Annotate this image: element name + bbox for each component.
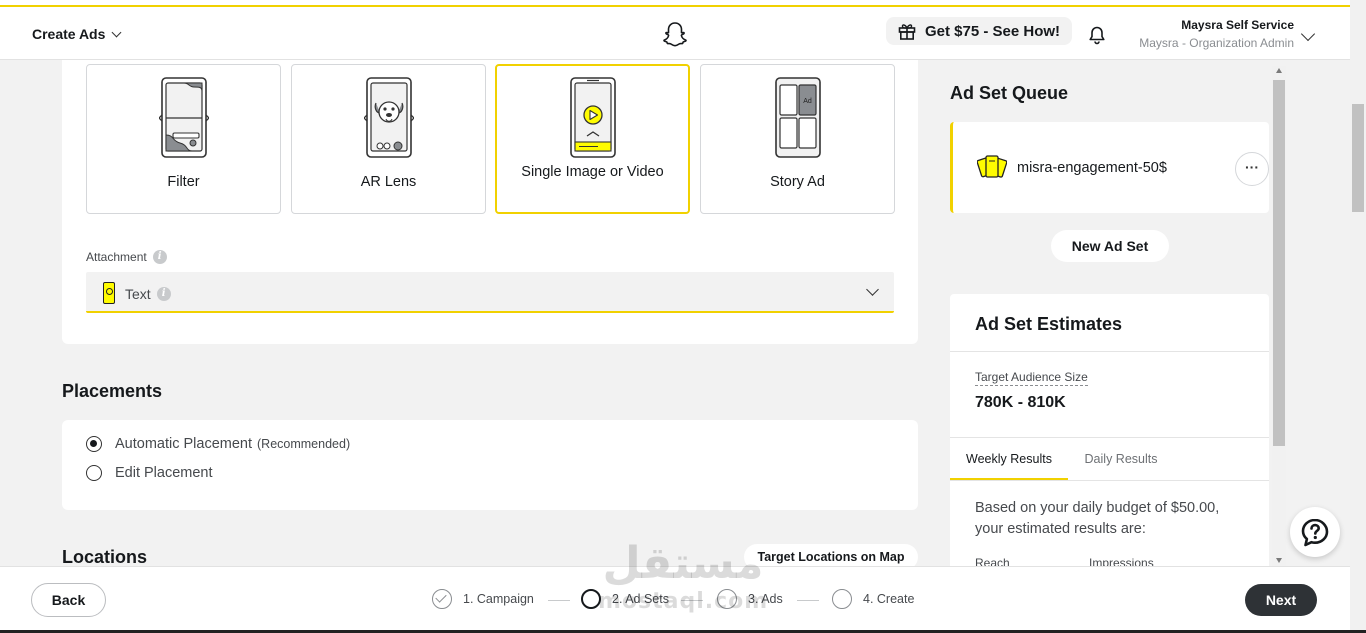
promo-button[interactable]: Get $75 - See How! bbox=[886, 17, 1073, 45]
audience-size-label[interactable]: Target Audience Size bbox=[975, 370, 1088, 386]
attachment-value-text: Text bbox=[125, 286, 151, 302]
step-label: 1. Campaign bbox=[463, 592, 534, 606]
info-icon[interactable]: i bbox=[152, 250, 167, 264]
step-connector bbox=[797, 600, 819, 601]
ad-type-ar-lens[interactable]: AR Lens bbox=[291, 64, 486, 214]
tab-daily-results[interactable]: Daily Results bbox=[1068, 438, 1174, 480]
create-ads-label: Create Ads bbox=[32, 26, 106, 42]
step-ad-sets[interactable]: 2. Ad Sets bbox=[581, 589, 669, 609]
ad-type-label: AR Lens bbox=[360, 174, 417, 190]
story-ad-badge: Ad bbox=[803, 98, 812, 105]
attachment-label: Attachment i bbox=[86, 250, 167, 264]
audience-size-value: 780K - 810K bbox=[975, 394, 1066, 411]
text-attachment-icon bbox=[103, 282, 115, 304]
recommended-note: (Recommended) bbox=[257, 437, 351, 451]
account-menu[interactable]: Maysra Self Service Maysra - Organizatio… bbox=[1128, 18, 1294, 50]
new-ad-set-button[interactable]: New Ad Set bbox=[1051, 230, 1169, 262]
step-connector bbox=[681, 600, 703, 601]
placements-title: Placements bbox=[62, 381, 163, 401]
ad-set-name: misra-engagement-50$ bbox=[1017, 160, 1167, 176]
step-campaign[interactable]: 1. Campaign bbox=[432, 589, 534, 609]
step-pending-icon bbox=[832, 589, 852, 609]
help-button[interactable] bbox=[1290, 507, 1340, 557]
info-icon[interactable]: i bbox=[156, 287, 171, 301]
ad-type-filter[interactable]: Filter bbox=[86, 64, 281, 214]
ad-set-queue-title: Ad Set Queue bbox=[950, 83, 1069, 103]
scroll-down-arrow-icon[interactable] bbox=[1276, 558, 1282, 563]
step-create[interactable]: 4. Create bbox=[832, 589, 914, 609]
next-button[interactable]: Next bbox=[1245, 584, 1317, 616]
story-ad-icon: Ad bbox=[773, 77, 823, 164]
placement-option-edit[interactable]: Edit Placement bbox=[86, 465, 213, 481]
chevron-down-icon bbox=[111, 27, 122, 37]
placement-option-label: Automatic Placement bbox=[115, 436, 253, 452]
bell-icon[interactable] bbox=[1088, 25, 1106, 50]
account-role: Maysra - Organization Admin bbox=[1139, 36, 1294, 50]
estimates-title: Ad Set Estimates bbox=[975, 314, 1123, 334]
ad-type-label: Single Image or Video bbox=[521, 164, 664, 180]
gift-icon bbox=[898, 23, 916, 40]
page-scrollbar[interactable] bbox=[1350, 0, 1366, 633]
step-label: 3. Ads bbox=[748, 592, 783, 606]
account-name: Maysra Self Service bbox=[1181, 18, 1294, 32]
ad-type-single-image-video[interactable]: Single Image or Video bbox=[495, 64, 690, 214]
step-label: 2. Ad Sets bbox=[612, 592, 669, 606]
tab-weekly-results[interactable]: Weekly Results bbox=[950, 438, 1068, 480]
bottom-bar: Back 1. Campaign 2. Ad Sets 3. Ads 4. Cr… bbox=[0, 566, 1350, 633]
ad-type-label: Filter bbox=[167, 174, 200, 190]
snapchat-ghost-icon[interactable] bbox=[662, 21, 688, 53]
attachment-label-text: Attachment bbox=[86, 250, 147, 264]
radio-unselected[interactable] bbox=[86, 465, 102, 481]
back-button[interactable]: Back bbox=[31, 583, 106, 617]
locations-title: Locations bbox=[62, 547, 148, 567]
help-icon bbox=[1301, 518, 1329, 547]
radio-selected[interactable] bbox=[86, 436, 102, 452]
budget-description: Based on your daily budget of $50.00, yo… bbox=[975, 500, 1220, 537]
step-connector bbox=[548, 600, 570, 601]
right-panel-scroll-thumb[interactable] bbox=[1273, 80, 1285, 446]
step-ads[interactable]: 3. Ads bbox=[717, 589, 783, 609]
placement-option-automatic[interactable]: Automatic Placement (Recommended) bbox=[86, 436, 350, 452]
ad-type-story-ad[interactable]: Ad Story Ad bbox=[700, 64, 895, 214]
step-current-icon bbox=[581, 589, 601, 609]
placement-option-label: Edit Placement bbox=[115, 465, 213, 481]
single-image-video-icon bbox=[568, 77, 618, 164]
ad-set-queue-item[interactable]: misra-engagement-50$ ··· bbox=[950, 122, 1269, 213]
ad-set-cards-icon bbox=[976, 154, 1008, 185]
scroll-up-arrow-icon[interactable] bbox=[1276, 68, 1282, 73]
ar-lens-icon bbox=[363, 77, 415, 164]
account-chevron-icon[interactable] bbox=[1300, 26, 1316, 42]
more-options-button[interactable]: ··· bbox=[1235, 152, 1269, 186]
ad-type-label: Story Ad bbox=[770, 174, 825, 190]
promo-label: Get $75 - See How! bbox=[925, 22, 1061, 40]
ad-set-estimates-card: Ad Set Estimates Target Audience Size 78… bbox=[950, 294, 1269, 574]
create-ads-menu[interactable]: Create Ads bbox=[32, 26, 122, 42]
filter-icon bbox=[158, 77, 210, 164]
divider bbox=[950, 480, 1269, 481]
step-complete-check-icon bbox=[432, 589, 452, 609]
step-label: 4. Create bbox=[863, 592, 915, 606]
ad-type-card: Filter AR Lens Single Image or Video Ad … bbox=[62, 60, 918, 344]
placements-card: Automatic Placement (Recommended) Edit P… bbox=[62, 420, 918, 510]
top-bar: Create Ads Get $75 - See How! Maysra Sel… bbox=[0, 7, 1350, 60]
chevron-down-icon bbox=[866, 283, 879, 296]
step-pending-icon bbox=[717, 589, 737, 609]
attachment-select[interactable]: Text i bbox=[86, 272, 894, 313]
attachment-value: Text i bbox=[125, 286, 171, 302]
page-scroll-thumb[interactable] bbox=[1352, 104, 1364, 212]
divider bbox=[950, 351, 1269, 352]
